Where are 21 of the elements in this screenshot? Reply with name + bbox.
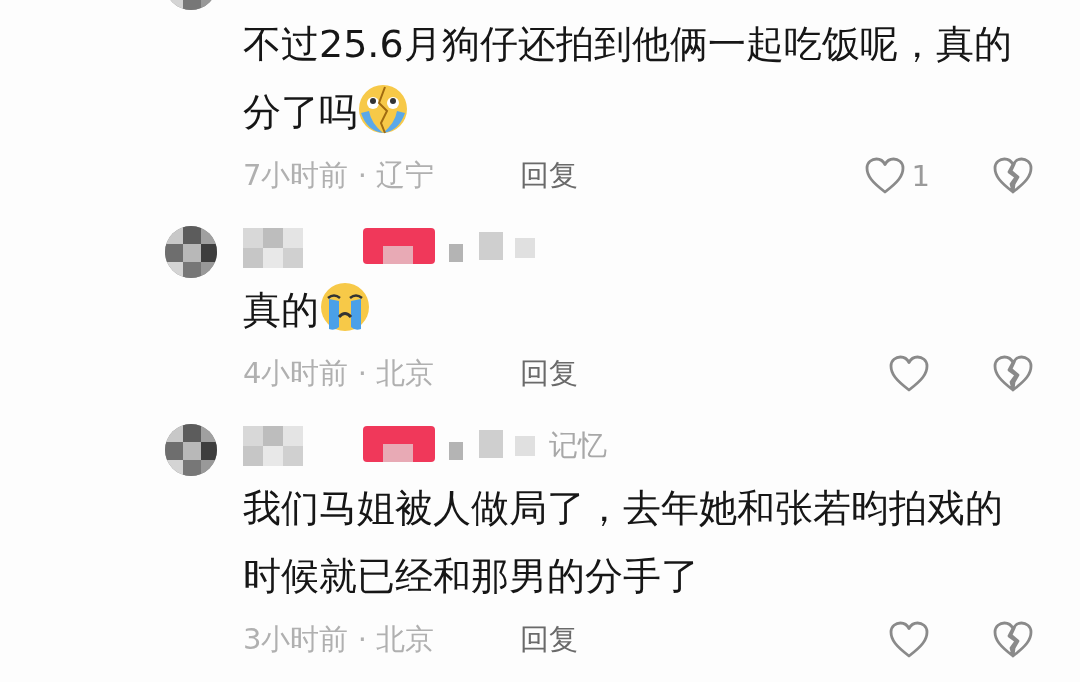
timestamp-location: 4小时前 · 北京 <box>243 355 436 392</box>
timestamp-location: 3小时前 · 北京 <box>243 621 436 658</box>
heart-icon[interactable] <box>888 620 930 660</box>
broken-heart-icon[interactable] <box>992 354 1034 394</box>
timestamp-location: 7小时前 · 辽宁 <box>243 157 436 194</box>
like-count: 1 <box>911 159 930 193</box>
reply-link[interactable]: 回复 <box>520 620 578 660</box>
reply-link[interactable]: 回复 <box>520 354 578 394</box>
comment-text: 真的 <box>243 276 1028 344</box>
avatar-icon[interactable] <box>165 424 217 476</box>
heart-icon[interactable] <box>863 156 906 196</box>
crying-emoji-icon <box>357 83 409 135</box>
avatar-icon[interactable] <box>165 226 217 278</box>
crying-emoji-icon <box>319 281 371 333</box>
comment-text: 我们马姐被人做局了，去年她和张若昀拍戏的时候就已经和那男的分手了 <box>243 485 1004 600</box>
comment-text: 不过25.6月狗仔还拍到他俩一起吃饭呢，真的分了吗 <box>243 21 1013 137</box>
heart-icon[interactable] <box>888 354 930 394</box>
username-text: 记忆 <box>549 427 607 464</box>
broken-heart-icon[interactable] <box>992 620 1034 660</box>
broken-heart-icon[interactable] <box>992 156 1034 196</box>
reply-link[interactable]: 回复 <box>520 156 578 196</box>
